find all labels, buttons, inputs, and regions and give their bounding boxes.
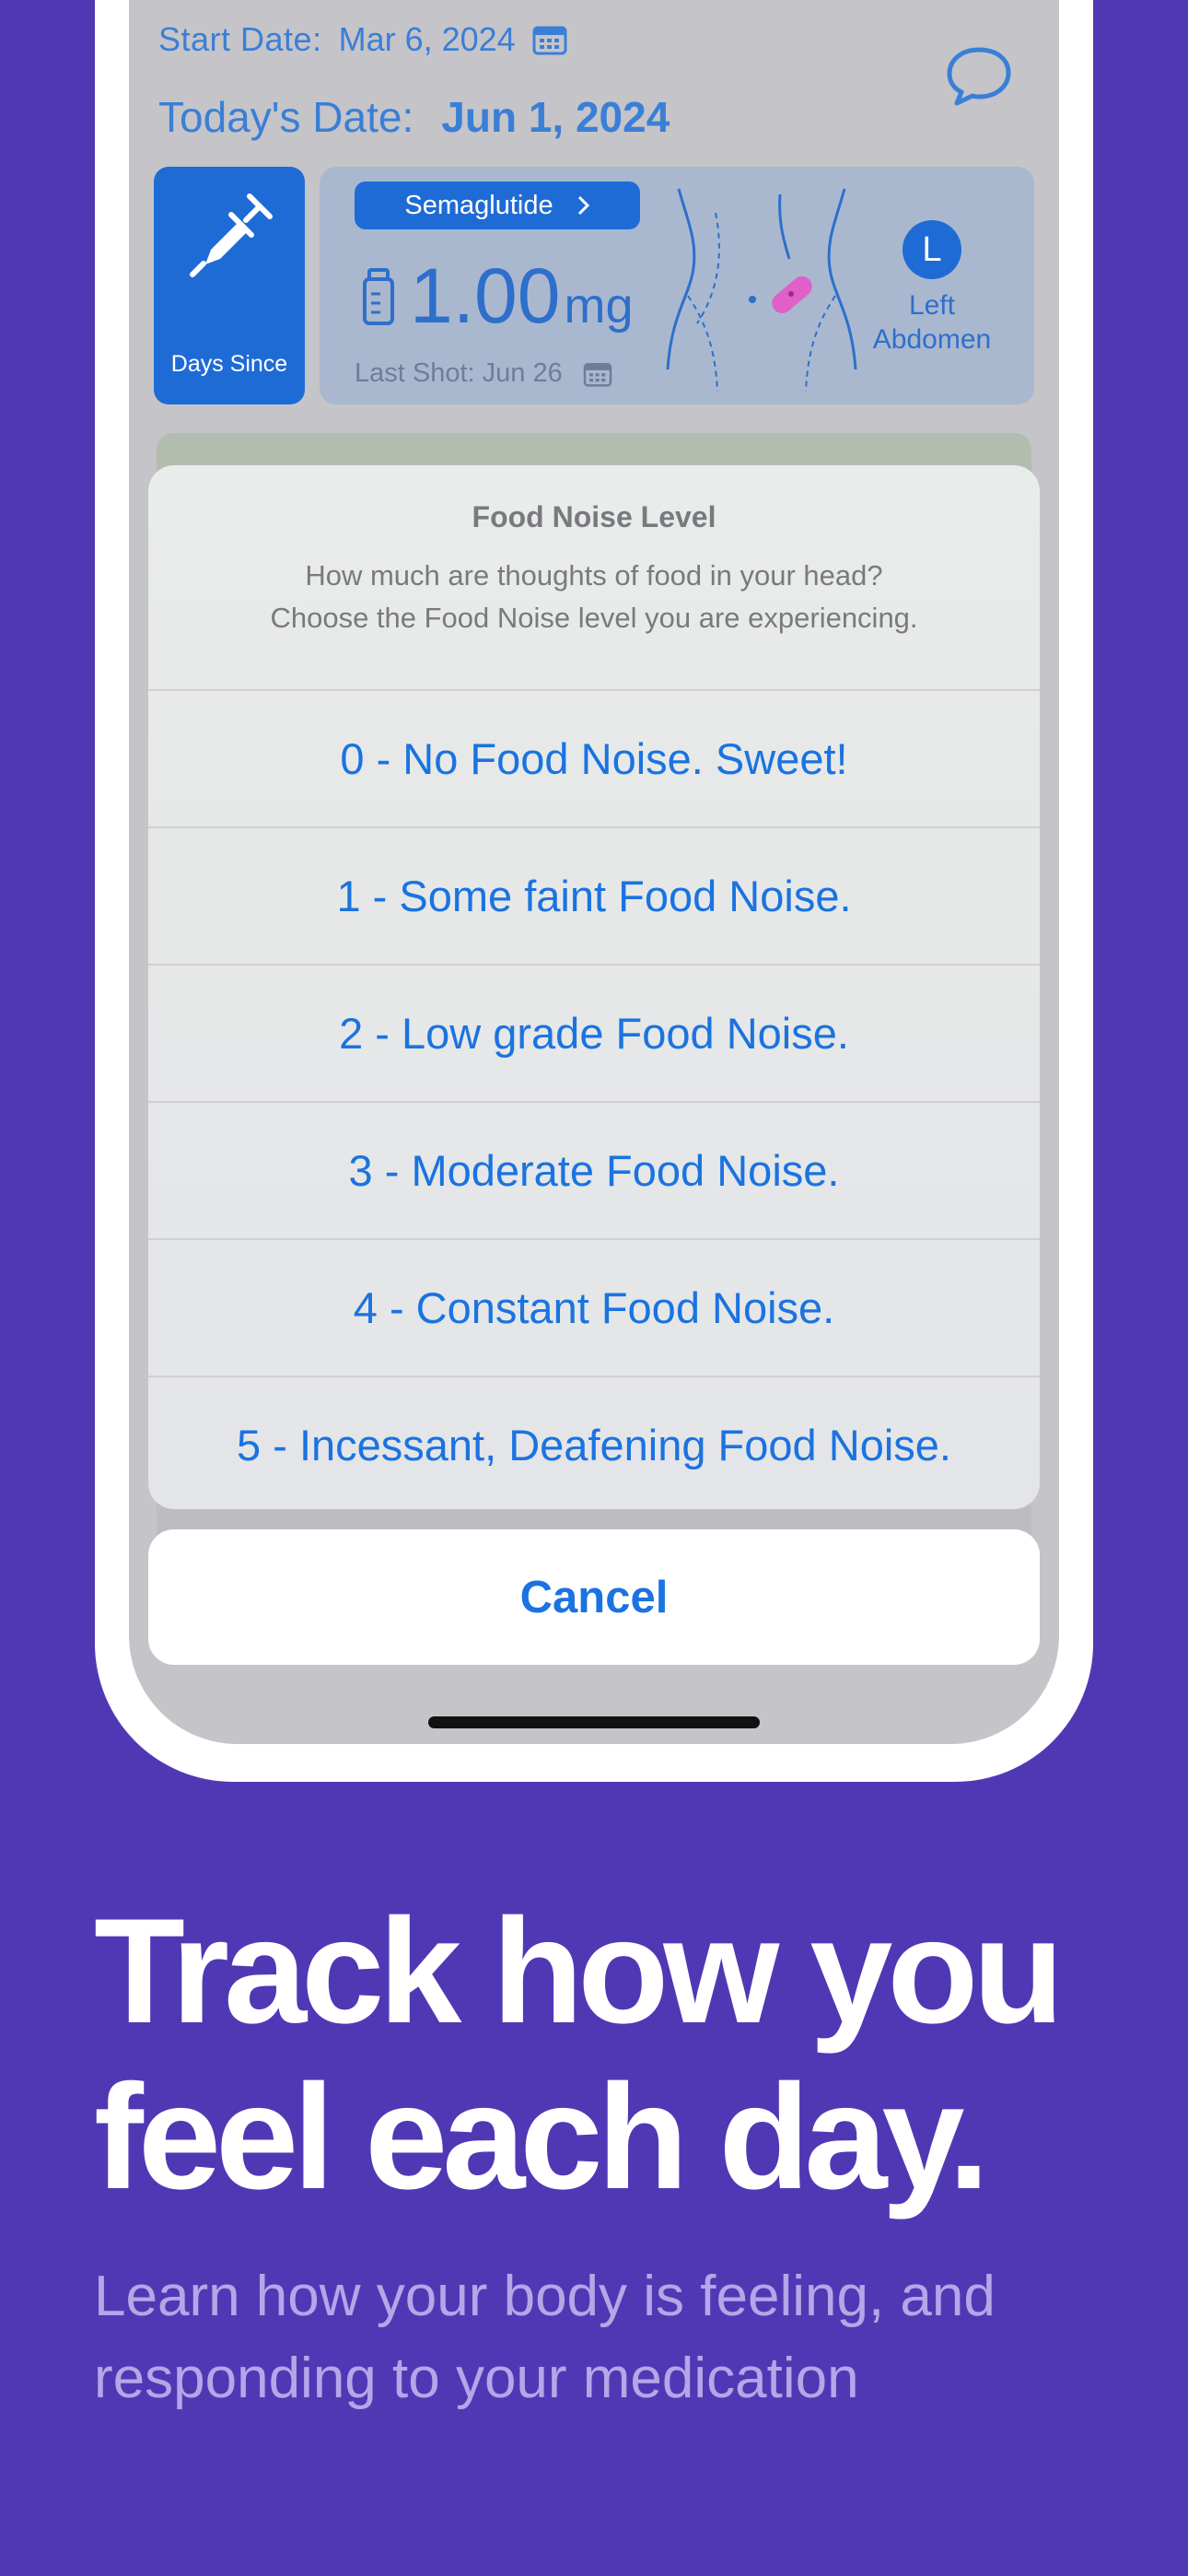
- cancel-button[interactable]: Cancel: [148, 1529, 1040, 1665]
- medication-selector-button[interactable]: Semaglutide: [355, 181, 640, 229]
- headline-line2: feel each day.: [94, 2054, 990, 2220]
- medication-card: Semaglutide 1.00 mg Last Shot: Jun 26 L …: [320, 167, 1034, 404]
- food-noise-option-4[interactable]: 4 - Constant Food Noise.: [148, 1240, 1040, 1377]
- injection-site-line1: Left: [908, 290, 956, 321]
- food-noise-option-0[interactable]: 0 - No Food Noise. Sweet!: [148, 691, 1040, 828]
- marketing-subheadline: Learn how your body is feeling, and resp…: [94, 2255, 1125, 2419]
- days-since-label: Days Since: [170, 351, 288, 377]
- chat-bubble-icon[interactable]: [945, 44, 1013, 109]
- action-sheet-header: Food Noise Level How much are thoughts o…: [148, 465, 1040, 691]
- action-sheet-message: How much are thoughts of food in your he…: [148, 555, 1040, 639]
- calendar-icon[interactable]: [532, 24, 567, 55]
- injection-site-label: Left Abdomen: [863, 288, 1001, 357]
- headline-line1: Track how you: [94, 1888, 1064, 2055]
- action-sheet-title: Food Noise Level: [472, 500, 716, 533]
- food-noise-option-5[interactable]: 5 - Incessant, Deafening Food Noise.: [148, 1377, 1040, 1509]
- dose-display: 1.00 mg: [360, 252, 634, 341]
- action-sheet-message-line1: How much are thoughts of food in your he…: [305, 559, 883, 591]
- start-date-value: Mar 6, 2024: [338, 20, 516, 58]
- food-noise-option-1[interactable]: 1 - Some faint Food Noise.: [148, 828, 1040, 966]
- injection-site-line2: Abdomen: [872, 324, 992, 355]
- todays-date-row: Today's Date: Jun 1, 2024: [158, 92, 670, 142]
- todays-date-label: Today's Date:: [158, 93, 414, 141]
- body-outline-icon[interactable]: [660, 185, 863, 392]
- dose-value: 1.00: [410, 252, 561, 339]
- action-sheet-message-line2: Choose the Food Noise level you are expe…: [270, 602, 918, 634]
- food-noise-action-sheet: Food Noise Level How much are thoughts o…: [148, 465, 1040, 1509]
- subheadline-line1: Learn how your body is feeling, and: [94, 2265, 996, 2328]
- syringe-icon: [190, 193, 273, 277]
- subheadline-line2: responding to your medication: [94, 2347, 859, 2410]
- start-date-label: Start Date:: [158, 20, 322, 58]
- last-shot-row[interactable]: Last Shot: Jun 26: [355, 358, 612, 389]
- days-since-card[interactable]: Days Since: [154, 167, 305, 404]
- food-noise-option-3[interactable]: 3 - Moderate Food Noise.: [148, 1103, 1040, 1240]
- home-indicator[interactable]: [428, 1716, 760, 1728]
- food-noise-option-2[interactable]: 2 - Low grade Food Noise.: [148, 966, 1040, 1103]
- chevron-right-icon: [577, 195, 589, 216]
- injection-side-badge: L: [903, 220, 961, 279]
- medication-name: Semaglutide: [404, 190, 553, 220]
- todays-date-value: Jun 1, 2024: [441, 93, 670, 141]
- calendar-small-icon: [583, 362, 611, 387]
- dose-unit: mg: [564, 278, 634, 334]
- start-date-row[interactable]: Start Date: Mar 6, 2024: [158, 20, 567, 59]
- last-shot-text: Last Shot: Jun 26: [355, 358, 563, 388]
- vial-icon: [363, 267, 394, 325]
- marketing-headline: Track how you feel each day.: [94, 1889, 1125, 2220]
